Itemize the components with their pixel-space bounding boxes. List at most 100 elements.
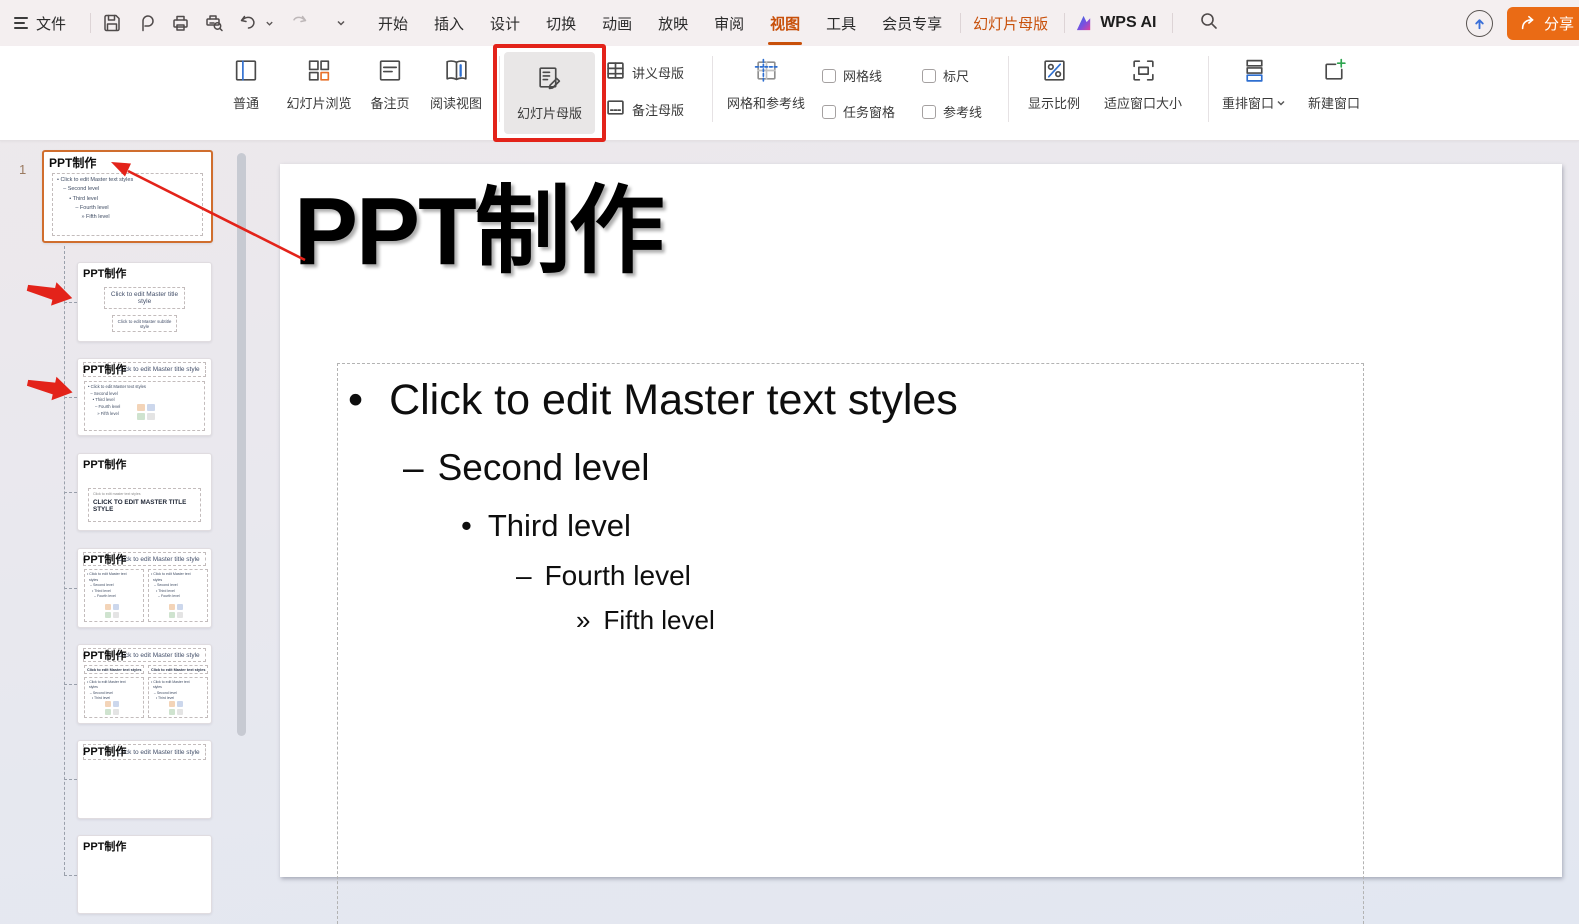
hamburger-menu-icon[interactable] xyxy=(14,17,28,29)
content-placeholder-icons xyxy=(105,701,119,715)
ribbon: 普通 幻灯片浏览 备注页 阅读视图 幻灯片母版 xyxy=(0,46,1579,141)
layout-tree-stub xyxy=(64,684,77,685)
tab-view[interactable]: 视图 xyxy=(768,9,802,38)
slide-master-title[interactable]: PPT制作 xyxy=(294,182,663,283)
print-icon[interactable] xyxy=(169,13,190,34)
notes-master-icon xyxy=(606,98,625,120)
zoom-ratio-icon xyxy=(1040,54,1067,86)
menu-tabs: 开始 插入 设计 切换 动画 放映 审阅 视图 工具 会员专享 xyxy=(376,9,944,38)
new-window-button[interactable]: 新建窗口 xyxy=(1308,54,1360,112)
chevron-down-icon xyxy=(1276,98,1286,108)
slide-thumbnail-layout[interactable]: PPT制作 Click to edit Master title style C… xyxy=(77,644,212,724)
thumbnail-panel-scrollbar[interactable] xyxy=(237,153,246,736)
tab-review[interactable]: 审阅 xyxy=(712,9,746,38)
checkbox-ruler[interactable]: 标尺 xyxy=(922,66,969,85)
zoom-ratio-button[interactable]: 显示比例 xyxy=(1028,54,1080,112)
slide-master-icon xyxy=(536,64,563,96)
normal-view-button[interactable]: 普通 xyxy=(233,54,260,112)
search-icon[interactable] xyxy=(1199,11,1219,36)
checkbox-gridlines[interactable]: 网格线 xyxy=(822,66,882,85)
quick-access-toolbar xyxy=(101,13,346,34)
checkbox-guides[interactable]: 参考线 xyxy=(922,102,982,121)
reading-view-button[interactable]: 阅读视图 xyxy=(430,54,482,112)
ribbon-group-divider xyxy=(712,56,713,122)
save-icon[interactable] xyxy=(101,13,122,34)
master-text-level-1[interactable]: • Click to edit Master text styles xyxy=(348,376,958,425)
divider xyxy=(1064,13,1065,33)
notes-page-icon xyxy=(376,54,403,86)
slide-thumbnail-layout[interactable]: PPT制作 Click to edit Master title style C… xyxy=(77,262,212,342)
slide-thumbnail-layout[interactable]: PPT制作 xyxy=(77,835,212,914)
export-icon[interactable] xyxy=(135,13,156,34)
layout-tree-stub xyxy=(64,397,77,398)
tab-tools[interactable]: 工具 xyxy=(824,9,858,38)
share-icon xyxy=(1519,14,1537,32)
arrange-windows-button[interactable]: 重排窗口 xyxy=(1222,54,1286,112)
normal-view-icon xyxy=(233,54,260,86)
ribbon-group-divider xyxy=(499,56,500,122)
slide-sorter-icon xyxy=(305,54,332,86)
file-menu-button[interactable]: 文件 xyxy=(36,13,66,34)
slide-thumbnail-layout[interactable]: PPT制作 Click to edit Master title style •… xyxy=(77,548,212,628)
wps-ai-button[interactable]: WPS AI xyxy=(1075,14,1156,33)
notes-master-button[interactable]: 备注母版 xyxy=(606,98,684,120)
wps-ai-logo-icon xyxy=(1075,14,1094,33)
content-placeholder-icons xyxy=(105,604,119,618)
layout-tree-line xyxy=(64,246,65,875)
layout-tree-stub xyxy=(64,875,77,876)
tab-slideshow[interactable]: 放映 xyxy=(656,9,690,38)
undo-icon[interactable] xyxy=(237,13,258,34)
divider xyxy=(90,13,91,33)
slide-master-button[interactable]: 幻灯片母版 xyxy=(504,52,595,134)
bullet-marker: – xyxy=(516,560,532,592)
tab-design[interactable]: 设计 xyxy=(488,9,522,38)
wps-ai-label: WPS AI xyxy=(1100,14,1156,32)
checkbox-task-pane[interactable]: 任务窗格 xyxy=(822,102,895,121)
new-window-icon xyxy=(1320,54,1347,86)
slide-thumbnail-layout[interactable]: PPT制作 Click to edit Master title style •… xyxy=(77,358,212,436)
master-text-level-2[interactable]: – Second level xyxy=(403,447,649,489)
checkbox-icon xyxy=(922,105,936,119)
tab-slide-master-context[interactable]: 幻灯片母版 xyxy=(971,9,1050,38)
fit-window-button[interactable]: 适应窗口大小 xyxy=(1104,54,1182,112)
checkbox-icon xyxy=(922,69,936,83)
ribbon-group-divider xyxy=(1008,56,1009,122)
tab-home[interactable]: 开始 xyxy=(376,9,410,38)
slide-sorter-button[interactable]: 幻灯片浏览 xyxy=(286,54,351,112)
content-placeholder-icons xyxy=(169,701,183,715)
slide-number: 1 xyxy=(19,162,26,177)
cloud-upload-icon[interactable] xyxy=(1466,10,1493,37)
notes-page-button[interactable]: 备注页 xyxy=(370,54,409,112)
layout-tree-stub xyxy=(64,588,77,589)
master-text-level-5[interactable]: » Fifth level xyxy=(576,605,715,636)
content-placeholder-icons xyxy=(137,404,155,420)
master-text-level-3[interactable]: • Third level xyxy=(461,508,631,544)
slide-thumbnail-layout[interactable]: PPT制作 Click to edit master text styles C… xyxy=(77,453,212,531)
tab-transitions[interactable]: 切换 xyxy=(544,9,578,38)
toolbar-expand-chevron-icon[interactable] xyxy=(336,18,346,28)
master-text-level-4[interactable]: – Fourth level xyxy=(516,560,691,592)
checkbox-icon xyxy=(822,69,836,83)
slide-thumbnail-layout[interactable]: PPT制作 Click to edit Master title style xyxy=(77,740,212,819)
ribbon-group-divider xyxy=(1208,56,1209,122)
handout-master-button[interactable]: 讲义母版 xyxy=(606,61,684,83)
layout-tree-stub xyxy=(64,779,77,780)
handout-master-icon xyxy=(606,61,625,83)
slide-thumbnail-master[interactable]: PPT制作 • Click to edit Master text styles… xyxy=(42,150,213,243)
tab-membership[interactable]: 会员专享 xyxy=(880,9,944,38)
share-label: 分享 xyxy=(1544,13,1574,34)
divider xyxy=(960,13,961,33)
bullet-marker: – xyxy=(403,447,424,489)
print-preview-icon[interactable] xyxy=(203,13,224,34)
share-button[interactable]: 分享 xyxy=(1507,7,1579,40)
grid-and-guides-button[interactable]: 网格和参考线 xyxy=(727,54,805,112)
tab-insert[interactable]: 插入 xyxy=(432,9,466,38)
layout-tree-stub xyxy=(64,302,77,303)
undo-dropdown-chevron-icon[interactable] xyxy=(265,18,275,28)
fit-window-icon xyxy=(1129,54,1156,86)
tab-animations[interactable]: 动画 xyxy=(600,9,634,38)
reading-view-icon xyxy=(442,54,469,86)
arrange-windows-icon xyxy=(1240,54,1267,86)
bullet-marker: » xyxy=(576,605,590,636)
content-placeholder-icons xyxy=(169,604,183,618)
